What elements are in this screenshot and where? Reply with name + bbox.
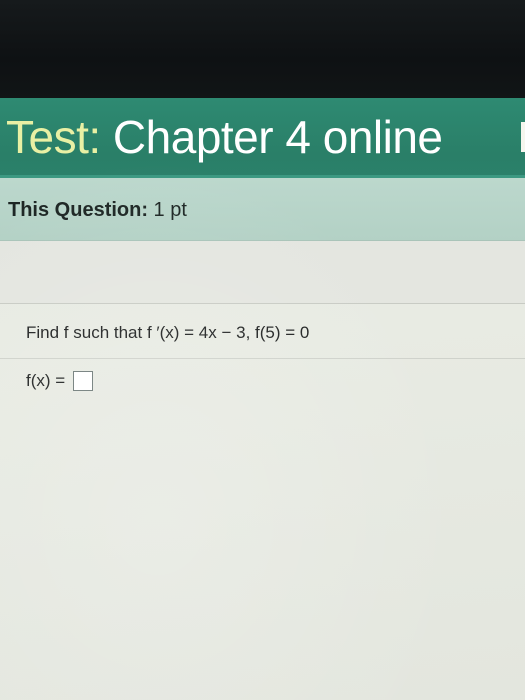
toolbar-band: [0, 241, 525, 304]
question-points-label: This Question:: [8, 199, 148, 221]
question-prompt: Find f such that f ′(x) = 4x − 3, f(5) =…: [26, 323, 310, 342]
answer-row: f(x) =: [26, 370, 93, 396]
title-bar: Test: Chapter 4 online: [0, 98, 525, 178]
question-points-value: 1 pt: [148, 199, 187, 221]
screen: Test: Chapter 4 online This Question: 1 …: [0, 98, 525, 700]
question-prompt-row: Find f such that f ′(x) = 4x − 3, f(5) =…: [0, 304, 525, 359]
question-points-text: This Question: 1 pt: [8, 198, 187, 222]
title-edge-marker: [521, 122, 525, 152]
answer-label: f(x) =: [26, 371, 66, 390]
page-title-rest: Chapter 4 online: [100, 111, 443, 163]
monitor-bezel: [0, 0, 525, 98]
page-title: Test: Chapter 4 online: [6, 110, 443, 164]
page-title-prefix: Test:: [6, 111, 101, 163]
answer-input[interactable]: [72, 371, 93, 391]
question-points-header: This Question: 1 pt: [0, 178, 525, 241]
